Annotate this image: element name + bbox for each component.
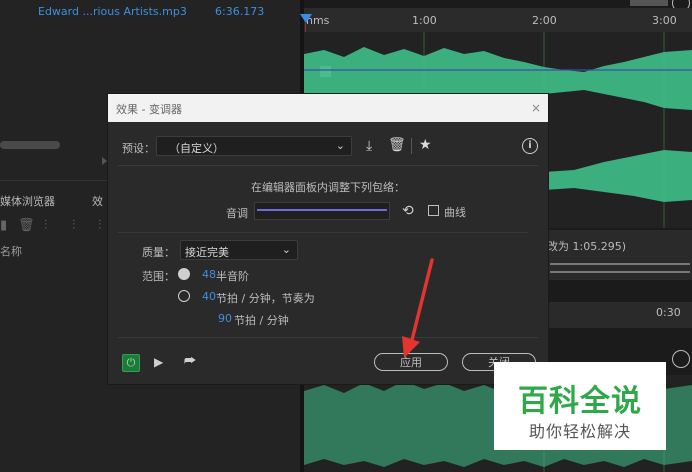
ruler-tick: 3:00 xyxy=(652,14,677,27)
playhead-icon[interactable] xyxy=(300,14,312,23)
panel-toolbar: ▮ 🗑 ⫶ ⫶ ⫶ xyxy=(0,218,120,238)
marker-icon[interactable]: ▮ xyxy=(0,218,7,233)
ruler-tick: 0:30 xyxy=(656,306,681,319)
star-icon[interactable]: ★ xyxy=(419,137,432,153)
watermark-subtitle: 助你轻松解决 xyxy=(528,422,631,441)
play-icon[interactable]: ▶ xyxy=(154,355,163,369)
dialog-close-icon[interactable]: × xyxy=(528,100,544,116)
dialog-titlebar[interactable]: 效果 - 变调器 × xyxy=(108,94,548,122)
tempo-value[interactable]: 90 xyxy=(218,312,232,325)
bpm-range-value[interactable]: 40 xyxy=(202,290,216,303)
dialog-title: 效果 - 变调器 xyxy=(116,103,182,116)
mini-waveform xyxy=(550,263,690,273)
semitones-value[interactable]: 48 xyxy=(202,268,216,281)
watermark-title: 百科全说 xyxy=(518,384,642,419)
toolbar-separator xyxy=(411,138,412,154)
range-semitones-radio[interactable] xyxy=(178,268,190,280)
pitch-shifter-dialog: 效果 - 变调器 × 预设： （自定义） ⌄ ⤓ 🗑 ★ i 在编辑器面板内调整… xyxy=(108,94,548,384)
file-list-row[interactable]: Edward ...rious Artists.mp3 6:36.173 xyxy=(0,0,300,22)
preset-value: （自定义） xyxy=(169,142,224,155)
range-label: 范围： xyxy=(142,270,175,283)
dialog-divider xyxy=(118,337,538,338)
file-name: Edward ...rious Artists.mp3 xyxy=(38,5,187,18)
horizontal-scrollbar[interactable] xyxy=(0,141,60,149)
apply-button[interactable]: 应用 xyxy=(374,353,448,371)
curve-checkbox[interactable] xyxy=(428,205,439,216)
eq-icon[interactable]: ⫶ xyxy=(98,218,101,233)
preset-dropdown[interactable]: （自定义） ⌄ xyxy=(156,136,352,156)
zoom-bar[interactable] xyxy=(630,0,668,6)
tab-media-browser[interactable]: 媒体浏览器 xyxy=(0,193,55,209)
file-duration: 6:36.173 xyxy=(215,5,265,18)
mixer-icon[interactable]: ⫶ xyxy=(44,218,47,233)
dialog-divider xyxy=(118,165,538,166)
reset-icon[interactable]: ⟲ xyxy=(402,203,414,219)
instruction-text: 在编辑器面板内调整下列包络： xyxy=(251,181,405,194)
preset-label: 预设： xyxy=(122,142,155,155)
dialog-divider xyxy=(118,232,528,233)
time-ruler[interactable]: hms 1:00 2:00 3:00 xyxy=(304,8,692,32)
app-window: Edward ...rious Artists.mp3 6:36.173 媒体浏… xyxy=(0,0,692,472)
semitones-unit: 半音阶 xyxy=(216,270,249,283)
pitch-envelope-field[interactable] xyxy=(254,202,390,220)
pitch-envelope-line xyxy=(257,209,387,211)
clip-volume-knob-icon[interactable] xyxy=(672,350,690,368)
selection-duration-text: 改为 1:05.295) xyxy=(547,240,626,253)
bpm-range-unit: 节拍 / 分钟，节奏为 xyxy=(216,292,315,305)
tab-effects[interactable]: 效 xyxy=(92,193,103,209)
chevron-down-icon: ⌄ xyxy=(335,139,345,152)
curve-label: 曲线 xyxy=(444,206,466,219)
info-icon[interactable]: i xyxy=(522,138,538,154)
power-icon[interactable]: ⏻ xyxy=(122,354,140,372)
scroll-right-arrow-icon[interactable] xyxy=(102,157,107,165)
ruler-tick: 1:00 xyxy=(412,14,437,27)
quality-label: 质量： xyxy=(142,246,175,259)
pitch-label: 音调 xyxy=(226,207,248,220)
trash-icon[interactable]: 🗑 xyxy=(388,137,406,153)
quality-dropdown[interactable]: 接近完美 ⌄ xyxy=(180,240,298,260)
tempo-unit: 节拍 / 分钟 xyxy=(234,314,289,327)
column-header-name[interactable]: 名称 xyxy=(0,243,22,259)
quality-value: 接近完美 xyxy=(185,246,229,259)
ruler-tick: 2:00 xyxy=(532,14,557,27)
trash-icon[interactable]: 🗑 xyxy=(18,218,35,233)
export-icon[interactable]: ⮫ xyxy=(184,354,196,369)
chevron-down-icon: ⌄ xyxy=(281,243,291,256)
range-bpm-radio[interactable] xyxy=(178,290,190,302)
sliders-icon[interactable]: ⫶ xyxy=(72,218,75,233)
watermark-logo: 百科全说 助你轻松解决 xyxy=(494,362,666,450)
save-preset-icon[interactable]: ⤓ xyxy=(366,138,372,154)
